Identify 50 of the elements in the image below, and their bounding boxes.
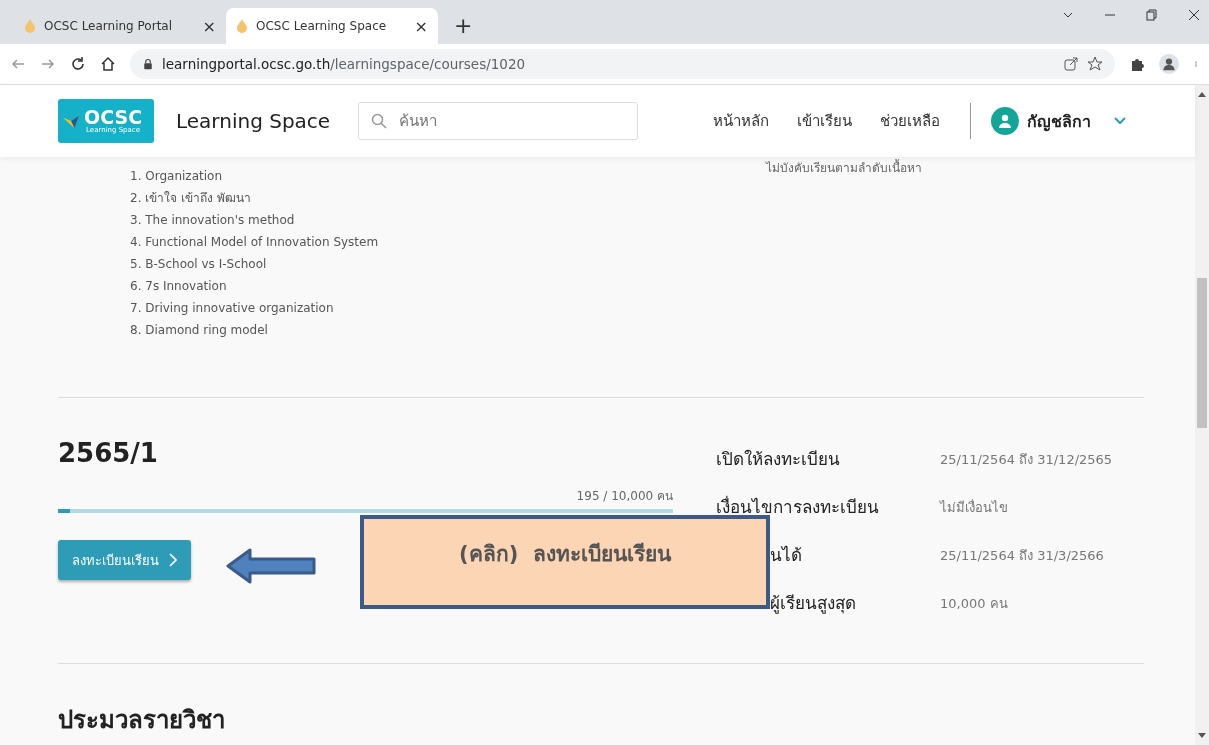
- detail-label: นได้: [770, 546, 803, 564]
- restore-icon[interactable]: [1145, 8, 1159, 22]
- topic-item: 3. The innovation's method: [130, 212, 296, 229]
- scrollbar-thumb[interactable]: [1197, 278, 1207, 428]
- share-icon[interactable]: [1063, 56, 1079, 72]
- session-title: 2565/1: [58, 438, 159, 468]
- detail-value: 10,000 คน: [940, 594, 1009, 613]
- profile-icon[interactable]: [1159, 54, 1179, 74]
- topic-item: 1. Organization: [130, 168, 223, 185]
- search-field[interactable]: ค้นหา: [358, 102, 639, 140]
- callout-box: (คลิก) ลงทะเบียนเรียน: [360, 515, 770, 609]
- nav-link[interactable]: เข้าเรียน: [797, 109, 852, 133]
- close-icon[interactable]: ×: [414, 16, 428, 36]
- enrollment-count: 195 / 10,000 คน: [575, 488, 673, 505]
- scroll-down-icon[interactable]: [1198, 733, 1206, 739]
- site-title: Learning Space: [176, 109, 331, 133]
- topic-item: 4. Functional Model of Innovation System: [130, 234, 380, 251]
- detail-label: เปิดให้ลงทะเบียน: [716, 450, 841, 468]
- detail-value: 25/11/2564 ถึง 31/3/2566: [940, 546, 1105, 565]
- search-input[interactable]: ค้นหา: [397, 111, 602, 131]
- star-icon[interactable]: [1087, 56, 1103, 72]
- scrollbar[interactable]: [1195, 85, 1209, 745]
- detail-label: ผู้เรียนสูงสุด: [770, 594, 857, 612]
- home-icon[interactable]: [100, 56, 116, 72]
- order-note: ไม่บังคับเรียนตามลำดับเนื้อหา: [766, 161, 922, 175]
- section-title: ประมวลรายวิชา: [58, 705, 226, 736]
- topic-item: 7. Driving innovative organization: [130, 300, 335, 317]
- browser-tab[interactable]: OCSC Learning Space ×: [226, 8, 438, 44]
- address-bar[interactable]: learningportal.ocsc.go.th/learningspace/courses/1020: [130, 49, 1115, 79]
- search-icon: [371, 113, 388, 129]
- arrow-icon: [226, 548, 318, 584]
- chevron-right-icon: [169, 553, 177, 567]
- topic-item: 5. B-School vs I-School: [130, 256, 268, 273]
- browser-tab[interactable]: OCSC Learning Portal ×: [14, 8, 226, 44]
- detail-value: 25/11/2564 ถึง 31/12/2565: [940, 450, 1114, 469]
- topic-item: 2. เข้าใจ เข้าถึง พัฒนา: [130, 190, 252, 207]
- topic-item: 8. Diamond ring model: [130, 322, 269, 339]
- lock-icon[interactable]: [142, 56, 154, 72]
- close-icon[interactable]: [1187, 8, 1201, 22]
- new-tab-button[interactable]: +: [450, 13, 477, 38]
- user-name[interactable]: กัญชลิกา: [1027, 108, 1091, 134]
- nav-link[interactable]: ช่วยเหลือ: [880, 109, 940, 133]
- reload-icon[interactable]: [70, 56, 86, 72]
- nav-link[interactable]: หน้าหลัก: [713, 109, 769, 133]
- close-icon[interactable]: ×: [202, 16, 216, 36]
- detail-value: ไม่มีเงื่อนไข: [940, 498, 1009, 517]
- topic-item: 6. 7s Innovation: [130, 278, 228, 295]
- avatar-icon[interactable]: [991, 107, 1019, 135]
- puzzle-icon[interactable]: [1129, 56, 1145, 72]
- scroll-up-icon[interactable]: [1198, 91, 1206, 97]
